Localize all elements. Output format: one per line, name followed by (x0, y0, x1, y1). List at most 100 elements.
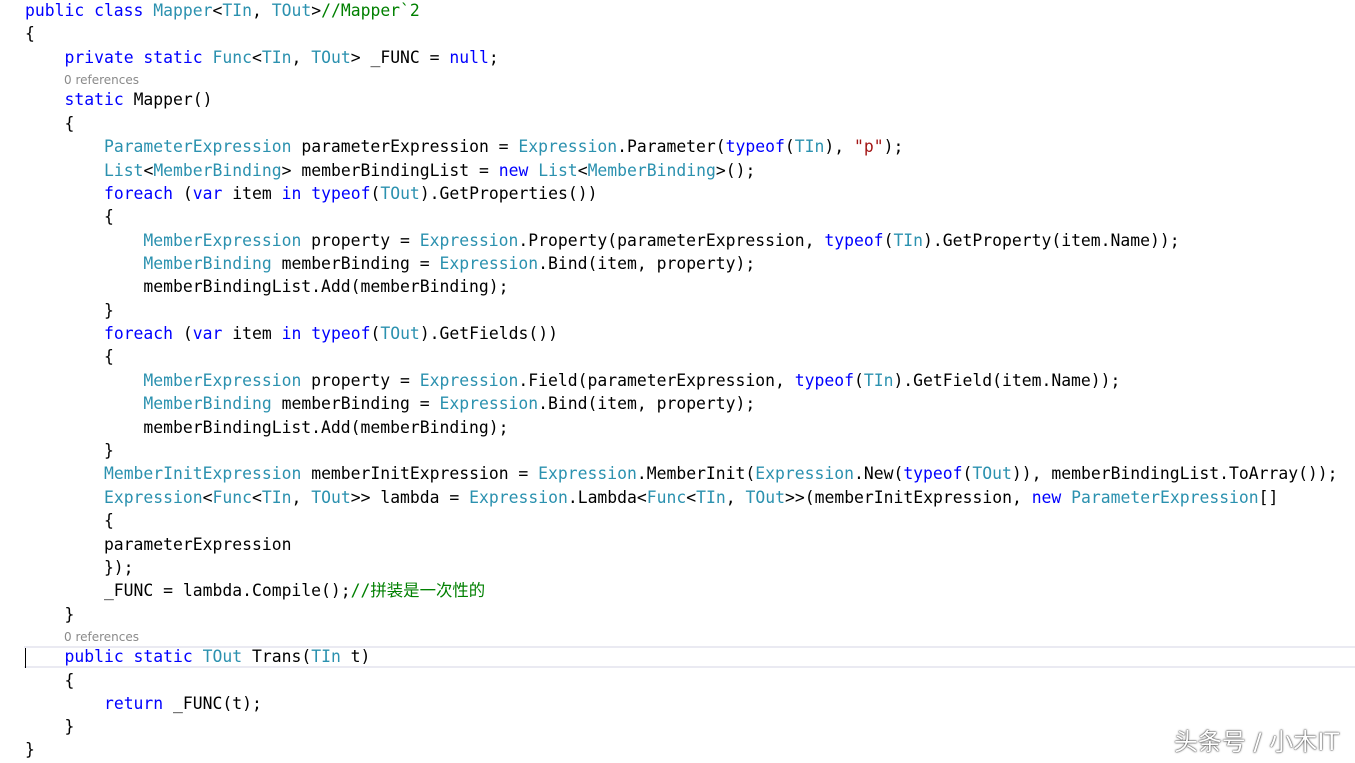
code-token: null (449, 48, 489, 67)
code-line[interactable]: { (25, 114, 74, 134)
code-token: < (252, 48, 262, 67)
code-token: , (252, 1, 272, 20)
code-line[interactable]: private static Func<TIn, TOut> _FUNC = n… (25, 48, 498, 68)
codelens-references-mapper-constructor[interactable]: 0 references (64, 73, 139, 87)
code-token: private static (64, 48, 213, 67)
code-token: item (222, 324, 282, 343)
code-token: MemberBinding (153, 161, 282, 180)
code-line[interactable]: MemberBinding memberBinding = Expression… (25, 394, 755, 414)
code-line[interactable]: ParameterExpression parameterExpression … (25, 137, 903, 157)
code-line[interactable]: MemberExpression property = Expression.P… (25, 231, 1179, 251)
code-line[interactable]: memberBindingList.Add(memberBinding); (25, 418, 509, 438)
code-token: Expression (419, 231, 519, 250)
code-token: Trans( (242, 647, 312, 666)
code-token: >(); (715, 161, 756, 180)
code-token: TOut (271, 1, 312, 20)
code-token: >>(memberInitExpression, (784, 488, 1032, 507)
code-token: MemberInitExpression (103, 464, 302, 483)
code-line[interactable]: MemberExpression property = Expression.F… (25, 371, 1120, 391)
code-token: )), memberBindingList.ToArray()); (1011, 464, 1338, 483)
code-token: .Bind(item, property); (538, 394, 756, 413)
code-token: } (25, 441, 114, 460)
code-token: } (25, 717, 75, 736)
code-token: typeof (311, 324, 371, 343)
code-line[interactable]: memberBindingList.Add(memberBinding); (25, 277, 508, 297)
code-line[interactable]: foreach (var item in typeof(TOut).GetFie… (25, 324, 558, 344)
code-line[interactable]: { (25, 671, 74, 691)
code-token: [] (1258, 488, 1279, 507)
code-token: _FUNC(t); (163, 694, 262, 713)
code-token: ).GetFields()) (419, 324, 558, 343)
code-token: ParameterExpression (103, 137, 292, 156)
code-line[interactable]: public class Mapper<TIn, TOut>//Mapper`2 (25, 1, 420, 21)
code-token: List (538, 161, 578, 180)
codelens-references-trans-method[interactable]: 0 references (64, 630, 139, 644)
code-token: < (686, 488, 697, 507)
code-line[interactable]: public static TOut Trans(TIn t) (25, 647, 370, 667)
code-token: typeof (794, 371, 854, 390)
code-token: Func (646, 488, 687, 507)
code-line[interactable]: List<MemberBinding> memberBindingList = … (25, 161, 755, 181)
code-token: _FUNC = lambda.Compile(); (25, 581, 351, 600)
code-line[interactable]: } (25, 301, 114, 321)
code-token: , (291, 488, 312, 507)
code-token: TOut (311, 48, 351, 67)
code-token: { (25, 347, 114, 366)
code-line[interactable]: return _FUNC(t); (25, 694, 262, 714)
code-token: typeof (824, 231, 884, 250)
code-token: foreach (103, 184, 174, 203)
code-token: TIn (261, 48, 292, 67)
code-token: } (25, 605, 75, 624)
code-token: t) (340, 647, 371, 666)
code-token: < (143, 161, 154, 180)
code-token: Expression (439, 394, 539, 413)
code-line[interactable]: MemberInitExpression memberInitExpressio… (25, 464, 1338, 484)
code-token: { (25, 511, 114, 530)
code-line[interactable]: } (25, 717, 74, 737)
code-line[interactable]: { (25, 347, 114, 367)
code-token: memberBinding = (271, 254, 440, 273)
code-token: .MemberInit( (636, 464, 756, 483)
code-token: ), (824, 137, 854, 156)
code-token: Func (212, 48, 252, 67)
code-token: TIn (261, 488, 292, 507)
code-line[interactable]: } (25, 605, 74, 625)
code-token: > memberBindingList = (281, 161, 499, 180)
code-token: ( (853, 371, 864, 390)
code-token: { (25, 114, 75, 133)
code-token: < (202, 488, 213, 507)
code-line[interactable]: } (25, 740, 35, 760)
code-token: property = (301, 231, 420, 250)
code-line[interactable]: { (25, 207, 114, 227)
code-line[interactable]: MemberBinding memberBinding = Expression… (25, 254, 755, 274)
code-token: ( (962, 464, 973, 483)
code-line[interactable]: _FUNC = lambda.Compile();//拼装是一次性的 (25, 581, 485, 601)
code-token: , (291, 48, 312, 67)
code-token: < (252, 488, 262, 507)
code-token: ParameterExpression (1071, 488, 1259, 507)
code-line[interactable]: foreach (var item in typeof(TOut).GetPro… (25, 184, 597, 204)
code-line[interactable]: }); (25, 558, 134, 578)
code-line[interactable]: static Mapper() (25, 90, 212, 110)
code-line[interactable]: parameterExpression (25, 535, 292, 555)
code-line[interactable]: { (25, 24, 35, 44)
code-editor[interactable]: public class Mapper<TIn, TOut>//Mapper`2… (0, 0, 1355, 763)
code-line[interactable]: { (25, 511, 114, 531)
code-token: TOut (380, 184, 420, 203)
code-token: var (192, 184, 223, 203)
code-line[interactable]: } (25, 441, 114, 461)
code-token: }); (25, 558, 134, 577)
code-token: in (281, 324, 302, 343)
code-token: TIn (863, 371, 894, 390)
code-token: } (25, 301, 114, 320)
code-token: TOut (311, 488, 351, 507)
code-token: memberBindingList.Add(memberBinding); (25, 418, 509, 437)
code-token: < (577, 161, 588, 180)
code-token: MemberExpression (143, 231, 302, 250)
code-line[interactable]: Expression<Func<TIn, TOut>> lambda = Exp… (25, 488, 1278, 508)
